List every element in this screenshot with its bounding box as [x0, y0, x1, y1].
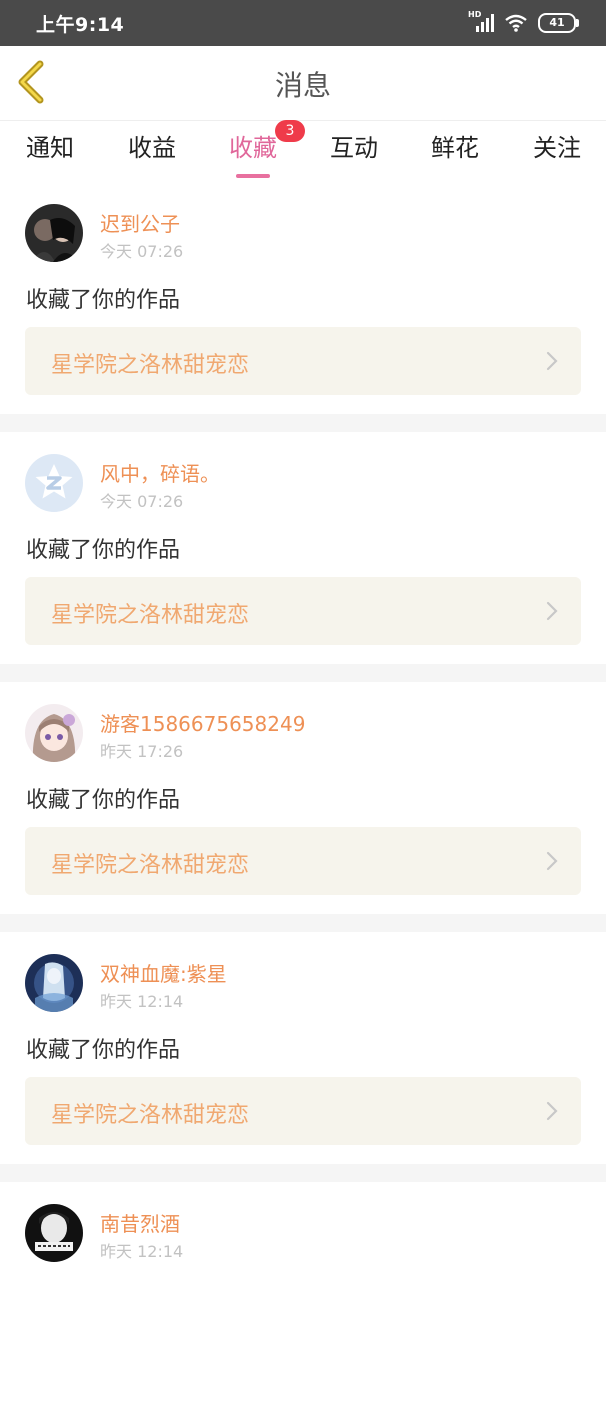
message-item: 双神血魔:紫星 昨天 12:14 收藏了你的作品 星学院之洛林甜宠恋: [0, 932, 606, 1164]
user-photo-icon: [25, 204, 83, 262]
username[interactable]: 风中，碎语。: [100, 458, 220, 487]
tab-earnings[interactable]: 收益: [102, 128, 202, 176]
tab-bar: 通知 收益 收藏 3 互动 鲜花 关注: [0, 120, 606, 182]
work-link[interactable]: 星学院之洛林甜宠恋: [25, 327, 581, 395]
signal-icon: HD: [468, 10, 494, 34]
message-item: 南昔烈酒 昨天 12:14: [0, 1182, 606, 1414]
monochrome-avatar-icon: [25, 1204, 83, 1262]
tab-label: 互动: [330, 134, 378, 162]
tab-interactions[interactable]: 互动: [304, 128, 404, 176]
work-link[interactable]: 星学院之洛林甜宠恋: [25, 1077, 581, 1145]
message-list: 迟到公子 今天 07:26 收藏了你的作品 星学院之洛林甜宠恋 风中，碎语。 今…: [0, 182, 606, 1414]
wifi-icon: [505, 14, 527, 32]
chevron-right-icon: [546, 601, 558, 621]
anime-girl-avatar-icon: [25, 704, 83, 762]
page-title: 消息: [274, 69, 331, 102]
tab-favorites[interactable]: 收藏 3: [203, 120, 305, 178]
action-text: 收藏了你的作品: [26, 538, 181, 563]
tab-label: 关注: [533, 134, 581, 162]
status-icons: HD 41: [468, 10, 579, 34]
action-text: 收藏了你的作品: [26, 788, 181, 813]
action-text: 收藏了你的作品: [26, 1038, 181, 1063]
avatar[interactable]: [25, 704, 83, 762]
username[interactable]: 游客1586675658249: [100, 708, 305, 737]
avatar[interactable]: [25, 204, 83, 262]
battery-icon: 41: [538, 13, 579, 33]
work-title: 星学院之洛林甜宠恋: [51, 1103, 250, 1128]
username[interactable]: 迟到公子: [100, 208, 180, 237]
divider: [0, 664, 606, 682]
message-item: 迟到公子 今天 07:26 收藏了你的作品 星学院之洛林甜宠恋: [0, 182, 606, 414]
divider: [0, 1164, 606, 1182]
timestamp: 今天 07:26: [100, 242, 184, 261]
work-title: 星学院之洛林甜宠恋: [51, 353, 250, 378]
timestamp: 昨天 12:14: [100, 1242, 184, 1261]
avatar[interactable]: [25, 1204, 83, 1262]
unread-badge: 3: [275, 120, 305, 142]
divider: [0, 414, 606, 432]
status-time: 上午9:14: [36, 14, 125, 36]
tab-label: 通知: [26, 134, 74, 162]
status-bar: 上午9:14 HD 41: [0, 0, 606, 46]
divider: [0, 914, 606, 932]
timestamp: 昨天 12:14: [100, 992, 184, 1011]
username[interactable]: 双神血魔:紫星: [100, 958, 227, 987]
tab-flowers[interactable]: 鲜花: [405, 128, 505, 176]
tab-notifications[interactable]: 通知: [0, 128, 100, 176]
header: 消息: [0, 46, 606, 121]
tab-following[interactable]: 关注: [507, 128, 606, 176]
message-item: 风中，碎语。 今天 07:26 收藏了你的作品 星学院之洛林甜宠恋: [0, 432, 606, 664]
action-text: 收藏了你的作品: [26, 288, 181, 313]
avatar[interactable]: [25, 454, 83, 512]
tab-label: 收益: [128, 134, 176, 162]
timestamp: 昨天 17:26: [100, 742, 184, 761]
message-item: 游客1586675658249 昨天 17:26 收藏了你的作品 星学院之洛林甜…: [0, 682, 606, 914]
work-link[interactable]: 星学院之洛林甜宠恋: [25, 827, 581, 895]
work-title: 星学院之洛林甜宠恋: [51, 603, 250, 628]
default-avatar-icon: [25, 454, 83, 512]
username[interactable]: 南昔烈酒: [100, 1208, 180, 1237]
fantasy-avatar-icon: [25, 954, 83, 1012]
network-type-label: HD: [468, 10, 482, 19]
chevron-right-icon: [546, 1101, 558, 1121]
work-title: 星学院之洛林甜宠恋: [51, 853, 250, 878]
tab-label: 收藏: [229, 134, 277, 162]
chevron-right-icon: [546, 851, 558, 871]
timestamp: 今天 07:26: [100, 492, 184, 511]
tab-label: 鲜花: [431, 134, 479, 162]
work-link[interactable]: 星学院之洛林甜宠恋: [25, 577, 581, 645]
chevron-right-icon: [546, 351, 558, 371]
active-tab-indicator: [236, 174, 270, 178]
avatar[interactable]: [25, 954, 83, 1012]
